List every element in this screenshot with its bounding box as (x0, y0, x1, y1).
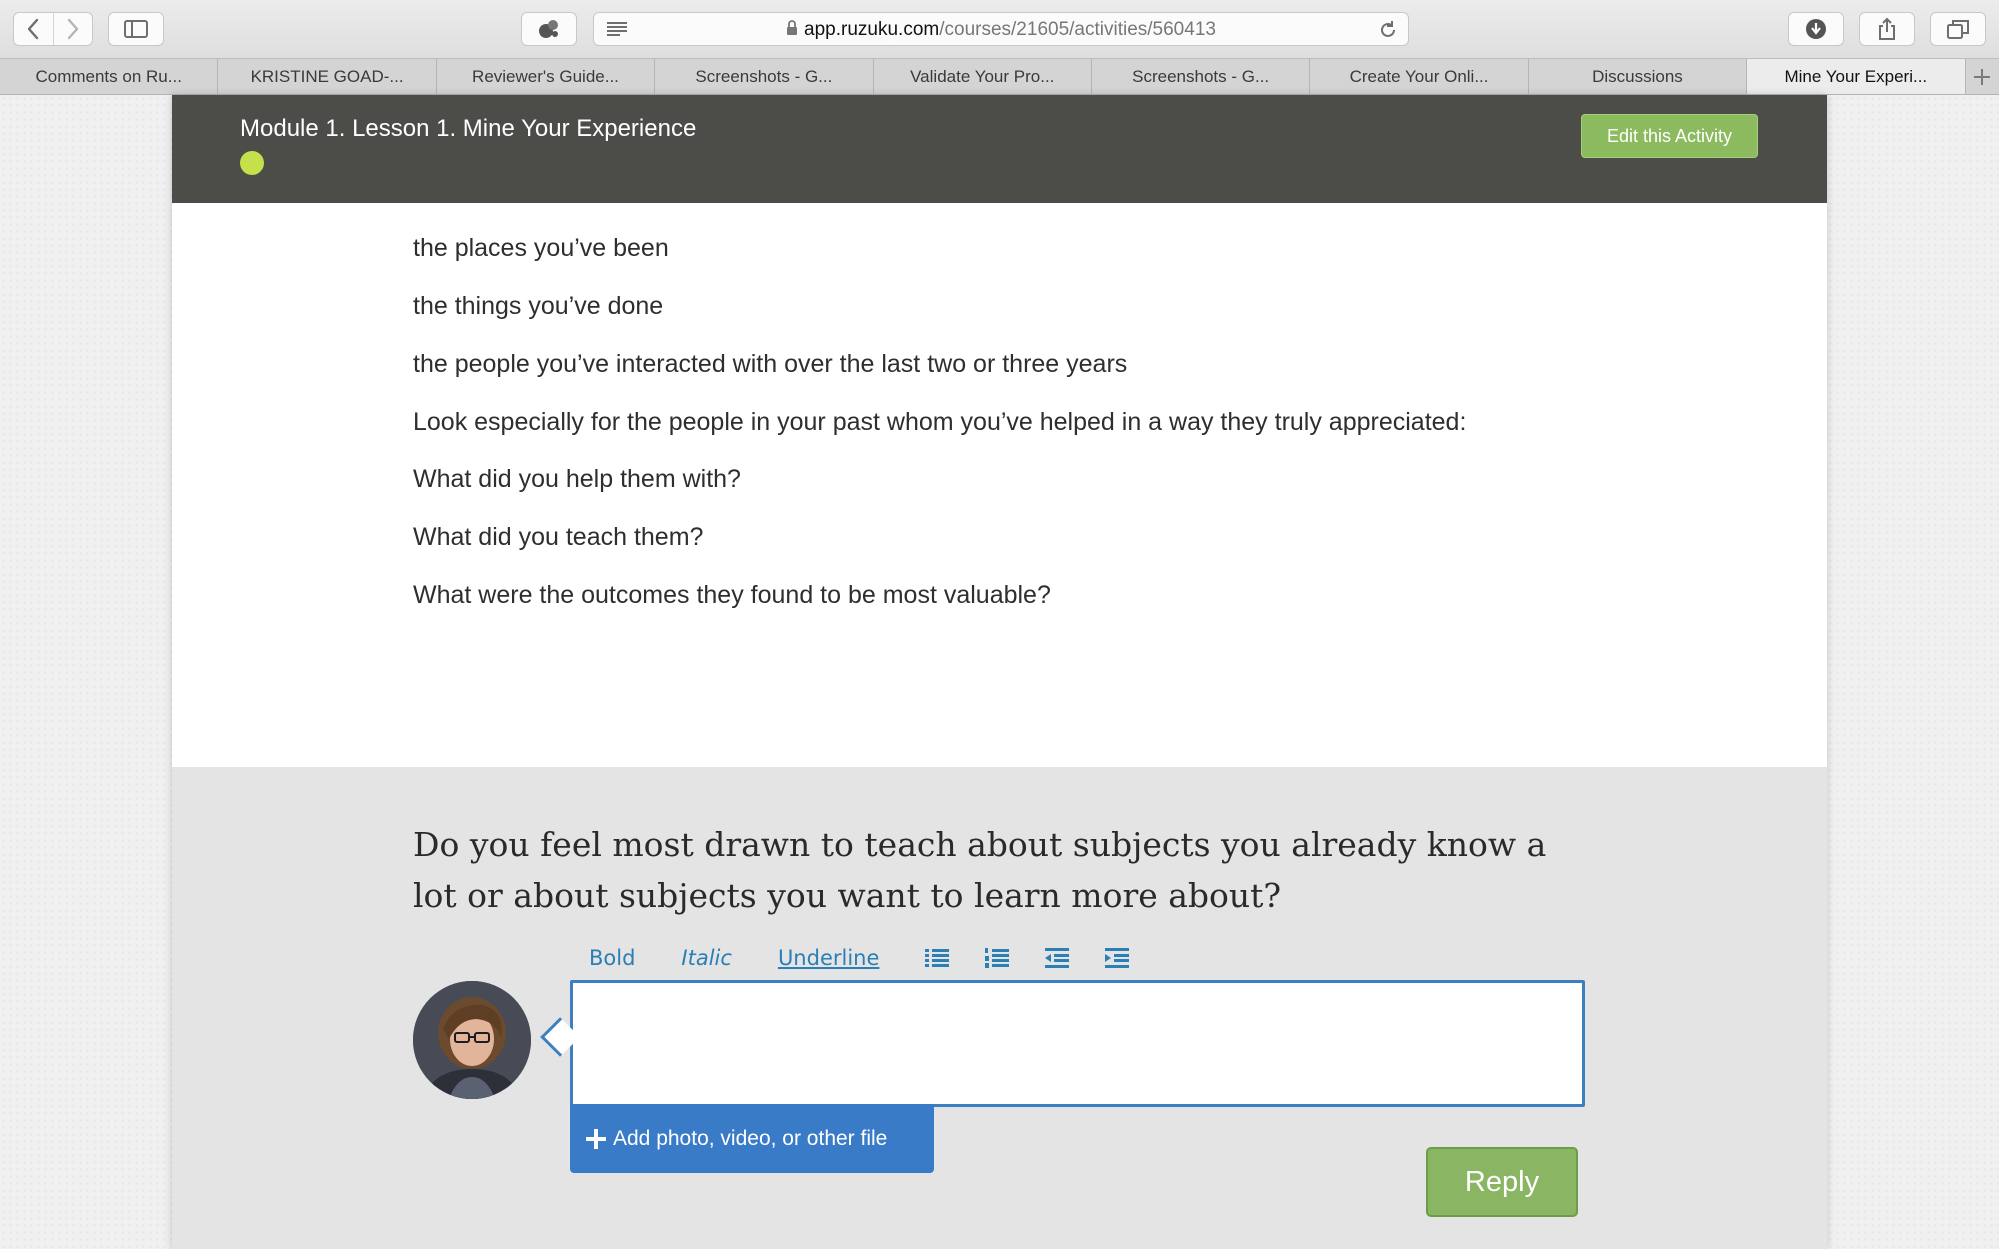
content-paragraph: Look especially for the people in your p… (413, 408, 1467, 436)
edit-activity-button[interactable]: Edit this Activity (1581, 114, 1758, 158)
activity-header: Module 1. Lesson 1. Mine Your Experience… (172, 95, 1827, 203)
extension-button[interactable] (521, 12, 577, 46)
avatar (413, 981, 531, 1099)
bold-button[interactable]: Bold (589, 946, 635, 970)
show-tabs-button[interactable] (1930, 12, 1986, 46)
discussion-section: Do you feel most drawn to teach about su… (172, 767, 1827, 1249)
lock-icon (787, 20, 798, 35)
back-button[interactable] (14, 13, 53, 45)
tab-kristine-goad[interactable]: KRISTINE GOAD-... (218, 59, 437, 94)
content-paragraph: What did you help them with? (413, 465, 741, 493)
browser-toolbar: app.ruzuku.com/courses/21605/activities/… (0, 0, 1999, 58)
plus-icon (585, 1128, 607, 1150)
bullet-list-button[interactable] (925, 948, 950, 968)
content-paragraph: the things you’ve done (413, 292, 664, 320)
url-host: app.ruzuku.com (804, 19, 940, 40)
numbered-list-icon (985, 948, 1010, 968)
indent-button[interactable] (1105, 948, 1130, 968)
discussion-question: Do you feel most drawn to teach about su… (413, 825, 1547, 915)
tab-screenshots-2[interactable]: Screenshots - G... (1092, 59, 1311, 94)
outdent-button[interactable] (1045, 948, 1070, 968)
tab-reviewers-guide[interactable]: Reviewer's Guide... (437, 59, 656, 94)
tab-create-online[interactable]: Create Your Onli... (1310, 59, 1529, 94)
content-paragraph: What did you teach them? (413, 523, 704, 551)
content-paragraph: the people you’ve interacted with over t… (413, 350, 1128, 378)
tabs-overview-icon (1947, 20, 1969, 39)
extension-icon (539, 20, 558, 38)
reload-icon[interactable] (1378, 20, 1398, 40)
speech-bubble-tail-cover (573, 1015, 587, 1059)
bullet-list-icon (925, 949, 950, 967)
tab-validate[interactable]: Validate Your Pro... (874, 59, 1092, 94)
download-icon (1806, 19, 1826, 39)
underline-button[interactable]: Underline (778, 946, 879, 970)
reply-textarea[interactable] (570, 980, 1585, 1107)
activity-title: Module 1. Lesson 1. Mine Your Experience (240, 115, 697, 142)
forward-button[interactable] (52, 13, 92, 45)
tab-mine-your-experience[interactable]: Mine Your Experi... (1747, 59, 1966, 94)
activity-container: Module 1. Lesson 1. Mine Your Experience… (172, 95, 1827, 1249)
reply-button[interactable]: Reply (1426, 1147, 1578, 1217)
chevron-left-icon (28, 18, 39, 40)
sidebar-icon (124, 20, 148, 38)
numbered-list-button[interactable] (985, 947, 1010, 969)
url-text[interactable]: app.ruzuku.com/courses/21605/activities/… (594, 13, 1408, 47)
add-file-label: Add photo, video, or other file (613, 1126, 888, 1150)
content-paragraph: the places you’ve been (413, 234, 669, 262)
sidebar-toggle-button[interactable] (108, 12, 164, 46)
content-paragraph: What were the outcomes they found to be … (413, 581, 1051, 609)
nav-buttons (13, 12, 93, 46)
add-file-button[interactable]: Add photo, video, or other file (570, 1104, 934, 1173)
user-portrait-icon (413, 981, 531, 1099)
tab-bar: Comments on Ru... KRISTINE GOAD-... Revi… (0, 58, 1999, 95)
status-dot (240, 151, 264, 175)
new-tab-button[interactable] (1966, 59, 1999, 94)
downloads-button[interactable] (1788, 12, 1844, 46)
share-button[interactable] (1859, 12, 1915, 46)
tab-screenshots-1[interactable]: Screenshots - G... (655, 59, 874, 94)
chevron-right-icon (67, 18, 79, 40)
plus-icon (1974, 68, 1991, 85)
share-icon (1879, 17, 1895, 40)
italic-button[interactable]: Italic (681, 946, 732, 970)
tab-comments[interactable]: Comments on Ru... (0, 59, 219, 94)
tab-discussions[interactable]: Discussions (1529, 59, 1748, 94)
address-bar[interactable]: app.ruzuku.com/courses/21605/activities/… (593, 12, 1409, 46)
activity-content: the places you’ve been the things you’ve… (172, 203, 1827, 767)
outdent-icon (1045, 948, 1070, 968)
indent-icon (1105, 948, 1130, 968)
editor-toolbar: Bold Italic Underline (589, 941, 1165, 975)
url-path: /courses/21605/activities/560413 (939, 19, 1216, 40)
